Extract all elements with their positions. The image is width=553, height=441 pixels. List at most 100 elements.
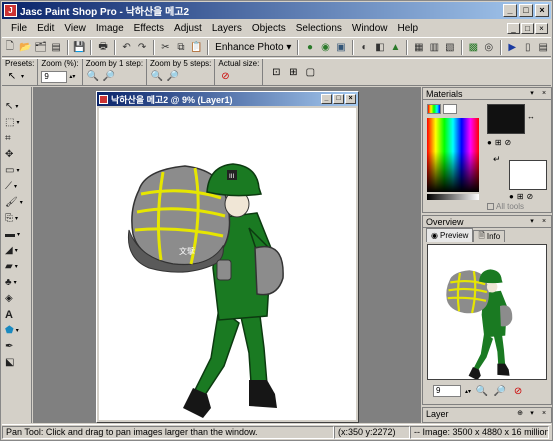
overview-zoom-input[interactable]: 9 — [433, 385, 461, 397]
pan-tool-preset-icon[interactable]: ↖ — [5, 70, 19, 84]
redo-icon[interactable]: ↷ — [135, 39, 148, 55]
straighten-tool-icon[interactable]: ⟋ ▾ — [5, 179, 27, 194]
palette-toggle-icon[interactable]: ▤ — [536, 39, 549, 55]
menu-adjust[interactable]: Adjust — [169, 23, 207, 34]
image-canvas[interactable]: 文擘 III — [99, 108, 356, 420]
menu-edit[interactable]: Edit — [32, 23, 59, 34]
flood-fill-icon[interactable]: ◈ — [5, 291, 27, 306]
undo-icon[interactable]: ↶ — [120, 39, 133, 55]
all-tools-checkbox[interactable]: All tools — [487, 202, 524, 211]
materials-close-icon[interactable]: × — [539, 89, 549, 99]
text-tool-icon[interactable]: A — [5, 307, 27, 322]
zoom-in-1-icon[interactable]: 🔍 — [86, 70, 100, 84]
dodge-tool-icon[interactable]: ◢ ▾ — [5, 243, 27, 258]
histogram-icon[interactable]: ▦ — [412, 39, 425, 55]
pen-tool-icon[interactable]: ✒ — [5, 339, 27, 354]
selection-tool-icon[interactable]: ⬚ ▾ — [5, 115, 27, 130]
contrast-icon[interactable]: ◧ — [373, 39, 386, 55]
app-icon[interactable]: J — [4, 4, 17, 17]
swap-arrow-icon[interactable]: ↵ — [493, 154, 501, 165]
object-selector-icon[interactable]: ⬕ — [5, 355, 27, 370]
photo-fix-icon[interactable]: ● — [303, 39, 316, 55]
menu-window[interactable]: Window — [347, 23, 393, 34]
bg-style-icon[interactable]: ● — [509, 192, 514, 201]
overview-thumbnail[interactable] — [427, 244, 547, 380]
tab-info[interactable]: 🗎 Info — [473, 230, 506, 242]
image-close-button[interactable]: × — [345, 94, 356, 104]
materials-toggle-icon[interactable]: ▧ — [443, 39, 456, 55]
menu-help[interactable]: Help — [392, 23, 423, 34]
print-icon[interactable]: 🖶 — [96, 39, 109, 55]
overview-collapse-icon[interactable]: ▾ — [527, 217, 537, 227]
overview-close-icon[interactable]: × — [539, 217, 549, 227]
background-color-swatch[interactable] — [509, 160, 547, 190]
script-stop-icon[interactable]: ▯ — [521, 39, 534, 55]
picture-tube-icon[interactable]: ♣ ▾ — [5, 275, 27, 290]
open-folder-icon[interactable]: 📂 — [18, 39, 31, 55]
pan-tool-icon[interactable]: ↖ ▾ — [5, 99, 27, 114]
paste-icon[interactable]: 📋 — [190, 39, 203, 55]
overview-zoom-out-icon[interactable]: 🔎 — [493, 384, 507, 398]
layer-pin-icon[interactable]: ⊕ — [515, 409, 525, 419]
copy-icon[interactable]: ⧉ — [174, 39, 187, 55]
menu-view[interactable]: View — [59, 23, 91, 34]
bg-transparent-icon[interactable]: ⊘ — [527, 192, 534, 201]
mdi-close-button[interactable]: × — [535, 22, 548, 34]
landscape-icon[interactable]: ▣ — [334, 39, 347, 55]
move-tool-icon[interactable]: ✥ — [5, 147, 27, 162]
bg-texture-icon[interactable]: ⊞ — [517, 192, 524, 201]
image-minimize-button[interactable]: _ — [321, 94, 332, 104]
layer-collapse-icon[interactable]: ▾ — [527, 409, 537, 419]
menu-effects[interactable]: Effects — [129, 23, 169, 34]
close-button[interactable]: × — [535, 4, 549, 17]
clone-brush-icon[interactable]: ⎘ ▾ — [5, 211, 27, 226]
save-icon[interactable]: 💾 — [73, 39, 86, 55]
overview-zoom-spinner-icon[interactable]: ▴▾ — [465, 388, 471, 395]
materials-collapse-icon[interactable]: ▾ — [527, 89, 537, 99]
image-icon[interactable]: ▩ — [467, 39, 480, 55]
overview-actual-size-icon[interactable]: ⊘ — [511, 384, 525, 398]
sharpen-icon[interactable]: ▲ — [389, 39, 402, 55]
color-balance-icon[interactable]: ◉ — [319, 39, 332, 55]
preset-shape-icon[interactable]: ⬟ ▾ — [5, 323, 27, 338]
fg-style-icon[interactable]: ● — [487, 138, 492, 147]
scan-icon[interactable]: ▤ — [49, 39, 62, 55]
swatches-tab-icon[interactable] — [443, 104, 457, 114]
actual-size-icon[interactable]: ⊘ — [218, 70, 232, 84]
zoom-out-1-icon[interactable]: 🔎 — [102, 70, 116, 84]
eraser-icon[interactable]: ▰ ▾ — [5, 259, 27, 274]
overview-zoom-in-icon[interactable]: 🔍 — [475, 384, 489, 398]
paint-brush-icon[interactable]: 🖌 ▾ — [5, 195, 27, 210]
swap-colors-icon[interactable]: ↔ — [527, 112, 537, 122]
script-run-icon[interactable]: ▶ — [506, 39, 519, 55]
fit-window-icon[interactable]: ⊡ — [269, 65, 283, 79]
color-replacer-icon[interactable]: ▬ ▾ — [5, 227, 27, 242]
cut-icon[interactable]: ✂ — [159, 39, 172, 55]
menu-file[interactable]: File — [6, 23, 32, 34]
rainbow-tab-icon[interactable] — [427, 104, 441, 114]
mdi-minimize-button[interactable]: _ — [507, 22, 520, 34]
foreground-color-swatch[interactable] — [487, 104, 525, 134]
menu-layers[interactable]: Layers — [207, 23, 247, 34]
minimize-button[interactable]: _ — [503, 4, 517, 17]
crop-tool-icon[interactable]: ⌗ — [5, 131, 27, 146]
menu-selections[interactable]: Selections — [291, 23, 347, 34]
brightness-icon[interactable]: ◐ — [358, 39, 371, 55]
fg-texture-icon[interactable]: ⊞ — [495, 138, 502, 147]
image-maximize-button[interactable]: □ — [333, 94, 344, 104]
eye-icon[interactable]: ◎ — [482, 39, 495, 55]
zoom-in-5-icon[interactable]: 🔍 — [150, 70, 164, 84]
fg-transparent-icon[interactable]: ⊘ — [505, 138, 512, 147]
new-file-icon[interactable]: 🗋 — [3, 39, 16, 55]
browse-icon[interactable]: 🗂 — [34, 39, 47, 55]
grayscale-strip[interactable] — [427, 194, 479, 200]
deform-tool-icon[interactable]: ▭ ▾ — [5, 163, 27, 178]
layers-icon[interactable]: ▥ — [428, 39, 441, 55]
layer-close-icon[interactable]: × — [539, 409, 549, 419]
enhance-photo-dropdown[interactable]: Enhance Photo ▾ — [212, 42, 294, 53]
menu-image[interactable]: Image — [91, 23, 129, 34]
fit-image-icon[interactable]: ⊞ — [286, 65, 300, 79]
mdi-maximize-button[interactable]: □ — [521, 22, 534, 34]
menu-objects[interactable]: Objects — [247, 23, 291, 34]
full-screen-icon[interactable]: ▢ — [303, 65, 317, 79]
